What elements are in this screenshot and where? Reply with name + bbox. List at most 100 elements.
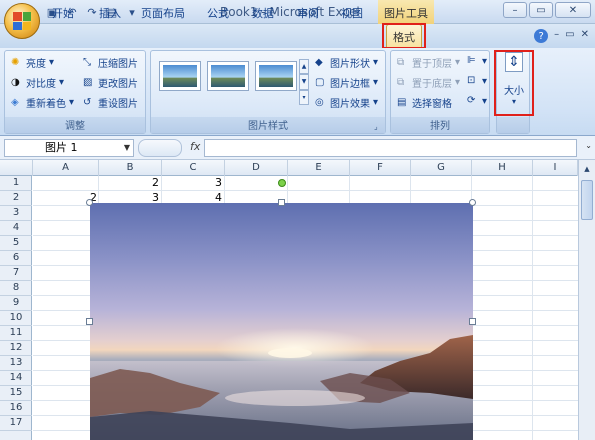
close-icon[interactable]: ✕: [555, 2, 591, 18]
adjust-group-label: 调整: [5, 117, 145, 133]
picture-shape-button[interactable]: ◆ 图片形状 ▾: [315, 55, 378, 71]
ribbon-right-controls: ? – ▭ ✕: [534, 29, 589, 43]
row-header[interactable]: 4: [0, 221, 32, 236]
row-header[interactable]: 5: [0, 236, 32, 251]
column-header-c[interactable]: C: [162, 160, 225, 176]
align-button[interactable]: ⊫ ▾: [467, 55, 487, 67]
formula-input[interactable]: [204, 139, 577, 157]
reset-picture-button[interactable]: ↺ 重设图片: [83, 95, 138, 111]
minimize-icon[interactable]: –: [503, 2, 527, 18]
vertical-scrollbar[interactable]: ▲: [578, 160, 595, 440]
selection-pane-button[interactable]: ▤ 选择窗格: [397, 95, 452, 111]
compress-icon: ⤡: [83, 56, 91, 68]
tab-view[interactable]: 视图: [341, 5, 363, 21]
resize-handle-right[interactable]: [469, 318, 476, 325]
picture-style-3[interactable]: [255, 61, 297, 91]
formula-bar: 图片 1 ▼ fx ⌄: [0, 136, 595, 160]
picture-border-button[interactable]: ▢ 图片边框 ▾: [315, 75, 378, 91]
row-header[interactable]: 9: [0, 296, 32, 311]
inserted-picture[interactable]: [90, 203, 473, 440]
column-header-e[interactable]: E: [288, 160, 350, 176]
picture-tools-label: 图片工具: [384, 7, 428, 20]
restore-icon[interactable]: ▭: [529, 2, 553, 18]
resize-handle-top[interactable]: [278, 199, 285, 206]
tab-insert[interactable]: 插入: [99, 5, 121, 21]
office-button[interactable]: [4, 3, 40, 39]
row-header[interactable]: 3: [0, 206, 32, 221]
resize-handle-left[interactable]: [86, 318, 93, 325]
brightness-button[interactable]: ✺ 亮度 ▾: [11, 55, 54, 71]
redo-icon[interactable]: ↷: [84, 4, 100, 20]
column-header-f[interactable]: F: [350, 160, 411, 176]
column-header-h[interactable]: H: [472, 160, 533, 176]
row-header[interactable]: 14: [0, 371, 32, 386]
row-header[interactable]: 10: [0, 311, 32, 326]
row-header[interactable]: 8: [0, 281, 32, 296]
send-to-back-button[interactable]: ⧉ 置于底层 ▾: [397, 75, 460, 91]
row-header[interactable]: 2: [0, 191, 32, 206]
gallery-up-icon[interactable]: ▲: [299, 59, 309, 75]
send-back-icon: ⧉: [397, 76, 405, 88]
change-picture-button[interactable]: ▨ 更改图片: [83, 75, 138, 91]
brightness-icon: ✺: [11, 56, 20, 68]
doc-close-icon[interactable]: ✕: [581, 29, 589, 43]
customize-qat-icon[interactable]: ▾: [124, 4, 140, 20]
row-header[interactable]: 11: [0, 326, 32, 341]
landscape-image: [90, 335, 473, 440]
name-box-dropdown-icon[interactable]: ▼: [124, 140, 130, 156]
style-preview-image: [211, 65, 245, 87]
doc-restore-icon[interactable]: ▭: [565, 29, 574, 43]
picture-style-2[interactable]: [207, 61, 249, 91]
scroll-thumb[interactable]: [581, 180, 593, 220]
window-title: Book1 - Microsoft Excel: [220, 5, 360, 19]
contrast-button[interactable]: ◑ 对比度 ▾: [11, 75, 64, 91]
insert-function-icon[interactable]: fx: [190, 140, 200, 153]
tab-data[interactable]: 数据: [252, 5, 274, 21]
name-box[interactable]: 图片 1 ▼: [4, 139, 134, 157]
column-header-g[interactable]: G: [411, 160, 472, 176]
column-header-d[interactable]: D: [225, 160, 288, 176]
picture-effects-button[interactable]: ◎ 图片效果 ▾: [315, 95, 378, 111]
select-all-corner[interactable]: [0, 160, 33, 176]
row-header[interactable]: 7: [0, 266, 32, 281]
cell-c1[interactable]: 3: [162, 176, 222, 189]
row-header[interactable]: 12: [0, 341, 32, 356]
tab-home[interactable]: 开始: [52, 5, 74, 21]
bring-to-front-button[interactable]: ⧉ 置于顶层 ▾: [397, 55, 460, 71]
tab-formulas[interactable]: 公式: [207, 5, 229, 21]
doc-minimize-icon[interactable]: –: [554, 29, 559, 43]
scroll-up-icon[interactable]: ▲: [580, 162, 594, 176]
cell-b1[interactable]: 2: [99, 176, 159, 189]
bring-front-icon: ⧉: [397, 56, 405, 68]
column-header-i[interactable]: I: [533, 160, 578, 176]
row-header[interactable]: 6: [0, 251, 32, 266]
picture-style-1[interactable]: [159, 61, 201, 91]
group-button[interactable]: ⊡ ▾: [467, 75, 487, 87]
selection-pane-icon: ▤: [397, 96, 407, 108]
recolor-button[interactable]: ◈ 重新着色 ▾: [11, 95, 74, 111]
gallery-down-icon[interactable]: ▼: [299, 74, 309, 90]
gallery-more-icon[interactable]: ▾: [299, 89, 309, 105]
ribbon-tab-bar: [0, 24, 595, 48]
expand-formula-bar-icon[interactable]: ⌄: [585, 141, 592, 150]
row-header[interactable]: 13: [0, 356, 32, 371]
resize-handle-top-right[interactable]: [469, 199, 476, 206]
rotation-handle[interactable]: [278, 179, 286, 187]
recolor-icon: ◈: [11, 96, 19, 108]
row-header[interactable]: 17: [0, 416, 32, 431]
dialog-launcher-icon[interactable]: ⌟: [374, 122, 383, 131]
row-header[interactable]: 15: [0, 386, 32, 401]
help-icon[interactable]: ?: [534, 29, 549, 43]
contrast-icon: ◑: [11, 76, 20, 88]
compress-pictures-button[interactable]: ⤡ 压缩图片: [83, 55, 138, 71]
rotate-button[interactable]: ⟳ ▾: [467, 95, 487, 107]
tab-page-layout[interactable]: 页面布局: [141, 5, 185, 21]
resize-handle-top-left[interactable]: [86, 199, 93, 206]
office-logo-icon: [13, 12, 31, 30]
row-header[interactable]: 16: [0, 401, 32, 416]
tab-review[interactable]: 审阅: [297, 5, 319, 21]
row-header[interactable]: 1: [0, 176, 32, 191]
column-header-a[interactable]: A: [33, 160, 99, 176]
arrange-group-label: 排列: [391, 117, 489, 133]
column-header-b[interactable]: B: [99, 160, 162, 176]
